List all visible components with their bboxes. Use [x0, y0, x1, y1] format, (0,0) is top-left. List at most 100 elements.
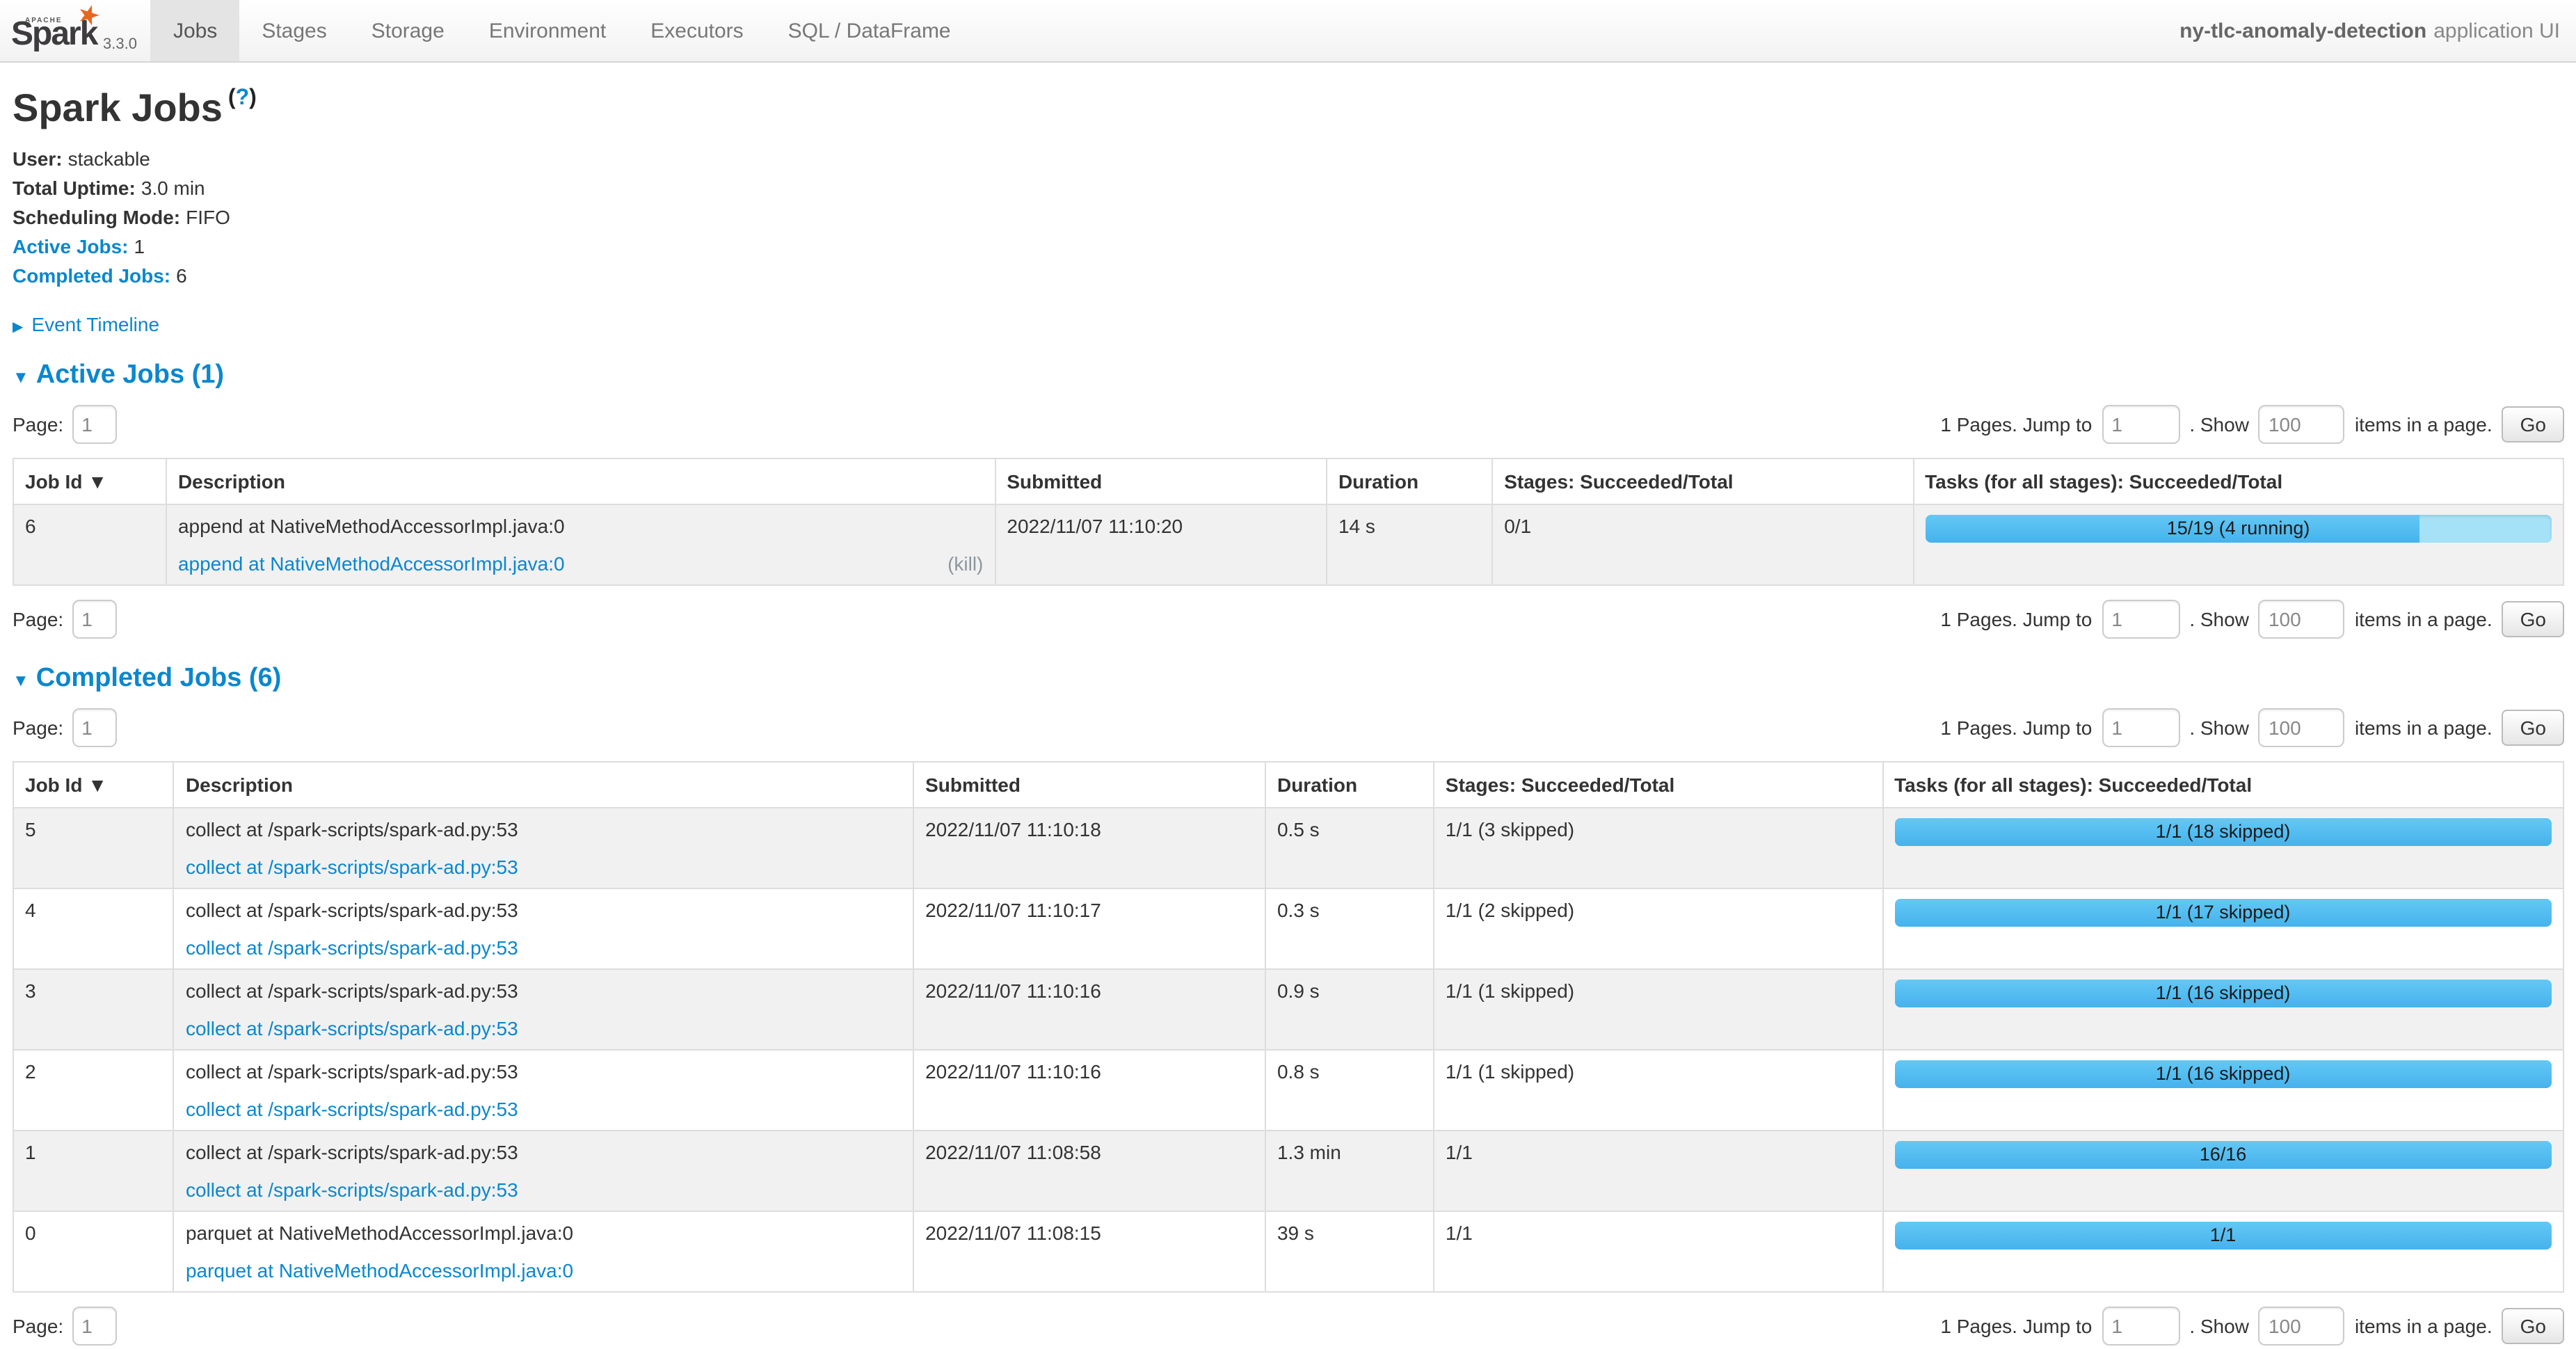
description-cell: parquet at NativeMethodAccessorImpl.java… — [174, 1211, 913, 1292]
show-input[interactable] — [2259, 708, 2345, 747]
submitted-cell: 2022/11/07 11:10:18 — [913, 808, 1265, 888]
duration-cell: 0.5 s — [1265, 808, 1434, 888]
header-description[interactable]: Description — [174, 762, 913, 808]
tab-sql-dataframe[interactable]: SQL / DataFrame — [766, 0, 973, 61]
page-input[interactable] — [72, 600, 116, 639]
event-timeline-toggle[interactable]: ▶Event Timeline — [13, 313, 2564, 335]
active-jobs-section-title: Active Jobs (1) — [36, 360, 224, 390]
summary-uptime-label: Total Uptime: — [13, 177, 136, 199]
application-name: ny-tlc-anomaly-detection — [2179, 19, 2426, 42]
header-stages[interactable]: Stages: Succeeded/Total — [1434, 762, 1882, 808]
completed-jobs-link[interactable]: Completed Jobs: — [13, 264, 170, 287]
go-button[interactable]: Go — [2502, 601, 2564, 637]
submitted-cell: 2022/11/07 11:10:20 — [995, 504, 1327, 585]
header-description[interactable]: Description — [166, 458, 995, 504]
header-submitted[interactable]: Submitted — [913, 762, 1265, 808]
tab-executors[interactable]: Executors — [628, 0, 765, 61]
progress-label: 1/1 — [1894, 1222, 2552, 1250]
tasks-cell: 15/19 (4 running) — [1913, 504, 2563, 585]
duration-cell: 0.8 s — [1265, 1050, 1434, 1131]
page-input[interactable] — [72, 708, 116, 747]
page-input[interactable] — [72, 405, 116, 444]
completed-jobs-section-title: Completed Jobs (6) — [36, 664, 282, 693]
help-link[interactable]: ? — [236, 86, 250, 109]
job-description-link[interactable]: parquet at NativeMethodAccessorImpl.java… — [186, 1259, 573, 1282]
completed-jobs-section-header[interactable]: ▼Completed Jobs (6) — [13, 664, 2564, 694]
spark-logo[interactable]: APACHE Spark ★ 3.3.0 — [0, 0, 151, 61]
items-text: items in a page. — [2355, 608, 2493, 630]
stages-cell: 1/1 — [1434, 1211, 1882, 1292]
job-id-cell: 6 — [13, 504, 166, 585]
summary-user-label: User: — [13, 147, 63, 170]
header-job-id[interactable]: Job Id ▼ — [13, 762, 174, 808]
header-tasks[interactable]: Tasks (for all stages): Succeeded/Total — [1882, 762, 2563, 808]
job-description-link[interactable]: append at NativeMethodAccessorImpl.java:… — [178, 552, 565, 575]
job-description-link[interactable]: collect at /spark-scripts/spark-ad.py:53 — [186, 856, 518, 878]
completed-job-row: 5 collect at /spark-scripts/spark-ad.py:… — [13, 808, 2563, 888]
submitted-cell: 2022/11/07 11:08:58 — [913, 1131, 1265, 1211]
application-title: ny-tlc-anomaly-detection application UI — [2179, 0, 2560, 61]
summary-uptime-value: 3.0 min — [141, 177, 205, 199]
header-job-id[interactable]: Job Id ▼ — [13, 458, 166, 504]
pagination-active-top: Page: 1 Pages. Jump to . Show items in a… — [13, 405, 2564, 444]
duration-cell: 0.3 s — [1265, 888, 1434, 969]
job-description-link[interactable]: collect at /spark-scripts/spark-ad.py:53 — [186, 1179, 518, 1201]
progress-label: 1/1 (18 skipped) — [1894, 818, 2552, 846]
tasks-cell: 1/1 (16 skipped) — [1882, 1050, 2563, 1131]
active-jobs-link[interactable]: Active Jobs: — [13, 235, 129, 257]
job-description-link[interactable]: collect at /spark-scripts/spark-ad.py:53 — [186, 936, 518, 959]
help-open-paren: ( — [228, 86, 236, 109]
job-id-cell: 0 — [13, 1211, 174, 1292]
tab-environment[interactable]: Environment — [467, 0, 628, 61]
completed-job-row: 0 parquet at NativeMethodAccessorImpl.ja… — [13, 1211, 2563, 1292]
tasks-cell: 1/1 (17 skipped) — [1882, 888, 2563, 969]
header-duration[interactable]: Duration — [1265, 762, 1434, 808]
progress-label: 1/1 (16 skipped) — [1894, 1060, 2552, 1088]
pages-text: 1 Pages. Jump to — [1940, 413, 2092, 436]
job-description-link[interactable]: collect at /spark-scripts/spark-ad.py:53 — [186, 1017, 518, 1039]
spark-ui-root: APACHE Spark ★ 3.3.0 Jobs Stages Storage… — [0, 0, 2576, 1346]
show-input[interactable] — [2259, 600, 2345, 639]
jump-to-input[interactable] — [2102, 405, 2179, 444]
page-input[interactable] — [72, 1307, 116, 1346]
job-id-cell: 3 — [13, 969, 174, 1050]
summary-uptime: Total Uptime:3.0 min — [13, 174, 2564, 203]
go-button[interactable]: Go — [2502, 710, 2564, 746]
active-jobs-count: 1 — [134, 235, 145, 257]
description-cell: collect at /spark-scripts/spark-ad.py:53… — [174, 888, 913, 969]
header-duration[interactable]: Duration — [1327, 458, 1492, 504]
header-submitted[interactable]: Submitted — [995, 458, 1327, 504]
show-input[interactable] — [2259, 405, 2345, 444]
pagination-active-bottom: Page: 1 Pages. Jump to . Show items in a… — [13, 600, 2564, 639]
description-title: parquet at NativeMethodAccessorImpl.java… — [186, 1220, 902, 1245]
active-job-row: 6 append at NativeMethodAccessorImpl.jav… — [13, 504, 2563, 585]
active-jobs-section-header[interactable]: ▼Active Jobs (1) — [13, 360, 2564, 391]
tab-stages[interactable]: Stages — [239, 0, 349, 61]
header-stages[interactable]: Stages: Succeeded/Total — [1492, 458, 1913, 504]
task-progress-bar: 1/1 — [1894, 1222, 2552, 1250]
kill-link[interactable]: (kill) — [947, 551, 983, 576]
jump-to-input[interactable] — [2102, 708, 2179, 747]
application-ui-suffix: application UI — [2433, 19, 2560, 42]
show-input[interactable] — [2259, 1307, 2345, 1346]
spark-version: 3.3.0 — [103, 36, 137, 57]
tab-storage[interactable]: Storage — [349, 0, 467, 61]
summary-user: User:stackable — [13, 145, 2564, 174]
top-navbar: APACHE Spark ★ 3.3.0 Jobs Stages Storage… — [0, 0, 2576, 63]
jump-to-input[interactable] — [2102, 600, 2179, 639]
jump-to-input[interactable] — [2102, 1307, 2179, 1346]
show-text: . Show — [2189, 608, 2249, 630]
submitted-cell: 2022/11/07 11:08:15 — [913, 1211, 1265, 1292]
go-button[interactable]: Go — [2502, 1308, 2564, 1344]
items-text: items in a page. — [2355, 717, 2493, 739]
duration-cell: 1.3 min — [1265, 1131, 1434, 1211]
header-tasks[interactable]: Tasks (for all stages): Succeeded/Total — [1913, 458, 2563, 504]
job-description-link[interactable]: collect at /spark-scripts/spark-ad.py:53 — [186, 1098, 518, 1120]
duration-cell: 0.9 s — [1265, 969, 1434, 1050]
summary-user-value: stackable — [68, 147, 150, 170]
stages-cell: 1/1 (3 skipped) — [1434, 808, 1882, 888]
description-title: collect at /spark-scripts/spark-ad.py:53 — [186, 1140, 902, 1165]
stages-cell: 1/1 (1 skipped) — [1434, 969, 1882, 1050]
tab-jobs[interactable]: Jobs — [151, 0, 239, 61]
go-button[interactable]: Go — [2502, 406, 2564, 442]
